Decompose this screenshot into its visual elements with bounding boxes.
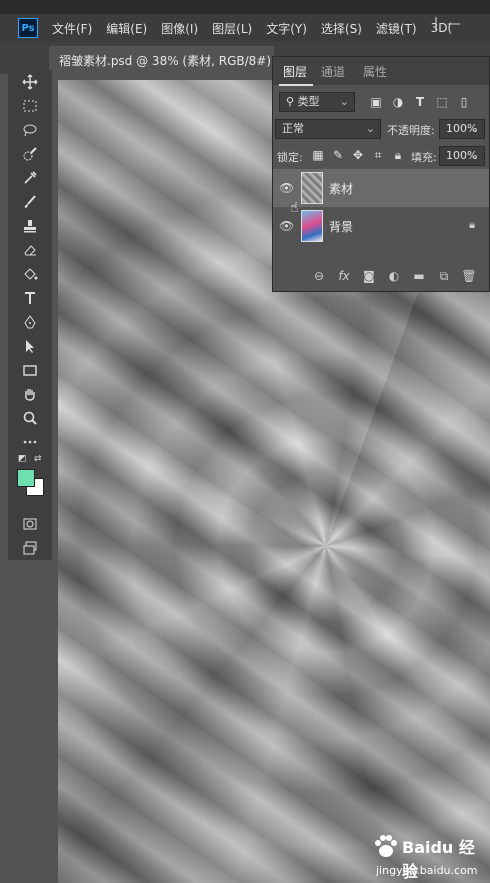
- menu-edit[interactable]: 编辑(E): [106, 20, 147, 37]
- layer-thumbnail: [301, 210, 323, 242]
- link-icon[interactable]: ⊖: [311, 269, 327, 283]
- eye-icon[interactable]: 👁︎: [279, 219, 294, 233]
- layers-panel: 图层 通道 属性 ⚲ 类型 ⌄ ▣ ◑ T ⬚ ▯ 正常 ⌄ 不透明度: 100…: [272, 56, 490, 292]
- screen-mode-icon[interactable]: [8, 536, 52, 560]
- layer-row[interactable]: 👁︎ 背景 🔒︎: [273, 207, 489, 245]
- lock-transparent-icon[interactable]: ▦: [311, 148, 325, 162]
- layer-name: 素材: [329, 182, 354, 196]
- lock-artboard-icon[interactable]: ⌗: [371, 148, 385, 162]
- baidu-paw-logo: [375, 835, 397, 857]
- tab-properties[interactable]: 属性: [363, 63, 387, 80]
- brush-icon[interactable]: [8, 190, 52, 214]
- document-tab[interactable]: 褶皱素材.psd @ 38% (素材, RGB/8#) ×: [49, 46, 293, 74]
- tools-panel: ◩ ⇄: [8, 70, 52, 560]
- path-select-icon[interactable]: [8, 334, 52, 358]
- blend-mode-select[interactable]: 正常 ⌄: [275, 119, 381, 139]
- title-strip: [0, 0, 490, 14]
- chevron-down-icon: ⌄: [339, 95, 349, 108]
- lock-label: 锁定:: [277, 151, 303, 164]
- menu-type[interactable]: 文字(Y): [266, 20, 307, 37]
- search-icon: ⚲: [286, 95, 295, 108]
- document-tab-title: 褶皱素材.psd @ 38% (素材, RGB/8#): [59, 53, 272, 68]
- adjustment-layer-icon[interactable]: ◐: [386, 269, 402, 283]
- pen-icon[interactable]: [8, 310, 52, 334]
- lasso-icon[interactable]: [8, 118, 52, 142]
- opacity-input[interactable]: 100% ⌄: [439, 119, 485, 139]
- tab-channels[interactable]: 通道: [321, 63, 345, 80]
- window-divider-icon: |: [433, 16, 439, 32]
- adjustment-filter-icon[interactable]: ◑: [391, 95, 405, 109]
- fx-icon[interactable]: fx: [336, 269, 352, 283]
- trash-icon[interactable]: 🗑︎: [461, 269, 477, 283]
- stamp-icon[interactable]: [8, 214, 52, 238]
- lock-pixels-icon[interactable]: ✎: [331, 148, 345, 162]
- paint-bucket-icon[interactable]: [8, 262, 52, 286]
- filter-kind-value: 类型: [297, 95, 320, 108]
- new-layer-icon[interactable]: ⧉: [436, 269, 452, 284]
- hand-cursor-icon: ☝: [290, 200, 299, 216]
- swap-colors-icon[interactable]: ⇄: [34, 454, 42, 464]
- smart-object-filter-icon[interactable]: ▯: [457, 95, 471, 109]
- menu-filter[interactable]: 滤镜(T): [376, 20, 417, 37]
- move-icon[interactable]: [8, 70, 52, 94]
- lock-all-icon[interactable]: 🔒︎: [391, 148, 405, 162]
- shape-filter-icon[interactable]: ⬚: [435, 95, 449, 109]
- fill-label: 填充:: [411, 151, 437, 164]
- quick-mask-icon[interactable]: [8, 512, 52, 536]
- lock-position-icon[interactable]: ✥: [351, 148, 365, 162]
- layers-panel-tabs: 图层 通道 属性: [273, 57, 489, 86]
- minimize-icon[interactable]: —: [444, 14, 464, 34]
- layer-name: 背景: [329, 220, 354, 234]
- eye-icon[interactable]: 👁︎: [279, 181, 294, 195]
- tab-layers[interactable]: 图层: [278, 63, 314, 86]
- watermark-url: jingyan.baidu.com: [376, 864, 478, 877]
- opacity-label: 不透明度:: [387, 124, 435, 137]
- layer-row[interactable]: 👁︎ 素材: [273, 169, 489, 207]
- menu-file[interactable]: 文件(F): [52, 20, 92, 37]
- type-filter-icon[interactable]: T: [413, 95, 427, 109]
- rectangle-icon[interactable]: [8, 358, 52, 382]
- fill-input[interactable]: 100% ⌄: [439, 146, 485, 166]
- zoom-icon[interactable]: [8, 406, 52, 430]
- photoshop-logo: Ps: [18, 18, 38, 38]
- menu-select[interactable]: 选择(S): [321, 20, 362, 37]
- menu-image[interactable]: 图像(I): [161, 20, 198, 37]
- color-swatches: ◩ ⇄: [8, 454, 52, 512]
- blend-mode-value: 正常: [282, 122, 304, 135]
- chevron-down-icon: ⌄: [469, 122, 479, 135]
- pixel-filter-icon[interactable]: ▣: [369, 95, 383, 109]
- lock-icon: 🔒︎: [469, 218, 475, 231]
- marquee-icon[interactable]: [8, 94, 52, 118]
- menu-layer[interactable]: 图层(L): [212, 20, 252, 37]
- hand-icon[interactable]: [8, 382, 52, 406]
- layers-panel-footer: ⊖ fx ◙ ◐ ▬ ⧉ 🗑︎: [273, 262, 489, 290]
- quick-select-icon[interactable]: [8, 142, 52, 166]
- eraser-icon[interactable]: [8, 238, 52, 262]
- foreground-color-swatch[interactable]: [17, 469, 35, 487]
- folder-icon[interactable]: ▬: [411, 269, 427, 283]
- layer-thumbnail: [301, 172, 323, 204]
- more-icon[interactable]: [8, 430, 52, 454]
- default-colors-icon[interactable]: ◩: [18, 454, 27, 464]
- chevron-down-icon: ⌄: [469, 149, 479, 162]
- chevron-down-icon: ⌄: [365, 122, 375, 135]
- mask-icon[interactable]: ◙: [361, 269, 377, 283]
- eyedropper-icon[interactable]: [8, 166, 52, 190]
- type-icon[interactable]: [8, 286, 52, 310]
- filter-kind-select[interactable]: ⚲ 类型 ⌄: [279, 92, 355, 112]
- menu-bar: Ps 文件(F) 编辑(E) 图像(I) 图层(L) 文字(Y) 选择(S) 滤…: [0, 14, 490, 42]
- watermark: Baidu 经验 jingyan.baidu.com: [372, 830, 490, 881]
